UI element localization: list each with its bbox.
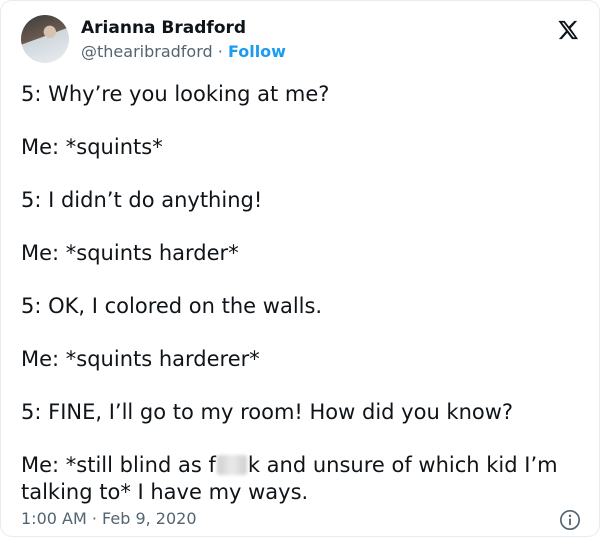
author-handle[interactable]: @thearibradford [81,42,213,61]
tweet-line: 5: I didn’t do anything! [21,188,263,212]
x-logo-icon[interactable] [557,19,579,41]
censor-blur [216,455,247,475]
tweet-card: Arianna Bradford @thearibradford · Follo… [0,0,600,537]
tweet-line: 5: Why’re you looking at me? [21,82,330,106]
tweet-header: Arianna Bradford @thearibradford · Follo… [21,15,579,67]
tweet-timestamp[interactable]: 1:00 AM · Feb 9, 2020 [21,509,197,528]
follow-button[interactable]: Follow [228,42,286,61]
tweet-line: Me: *squints* [21,135,163,159]
author-name[interactable]: Arianna Bradford [81,18,246,38]
info-icon[interactable] [559,509,581,531]
tweet-line: 5: OK, I colored on the walls. [21,294,323,318]
tweet-line: Me: *squints harder* [21,241,239,265]
tweet-line: Me: *squints harderer* [21,347,260,371]
tweet-text: 5: Why’re you looking at me? Me: *squint… [21,81,583,506]
avatar[interactable] [21,15,69,63]
author-handle-row: @thearibradford · Follow [81,42,286,61]
text-before-censor: Me: *still blind as f [21,453,216,477]
separator: · [217,42,223,61]
tweet-line: 5: FINE, I’ll go to my room! How did you… [21,400,514,424]
tweet-line-last: Me: *still blind as fk and unsure of whi… [21,452,583,506]
